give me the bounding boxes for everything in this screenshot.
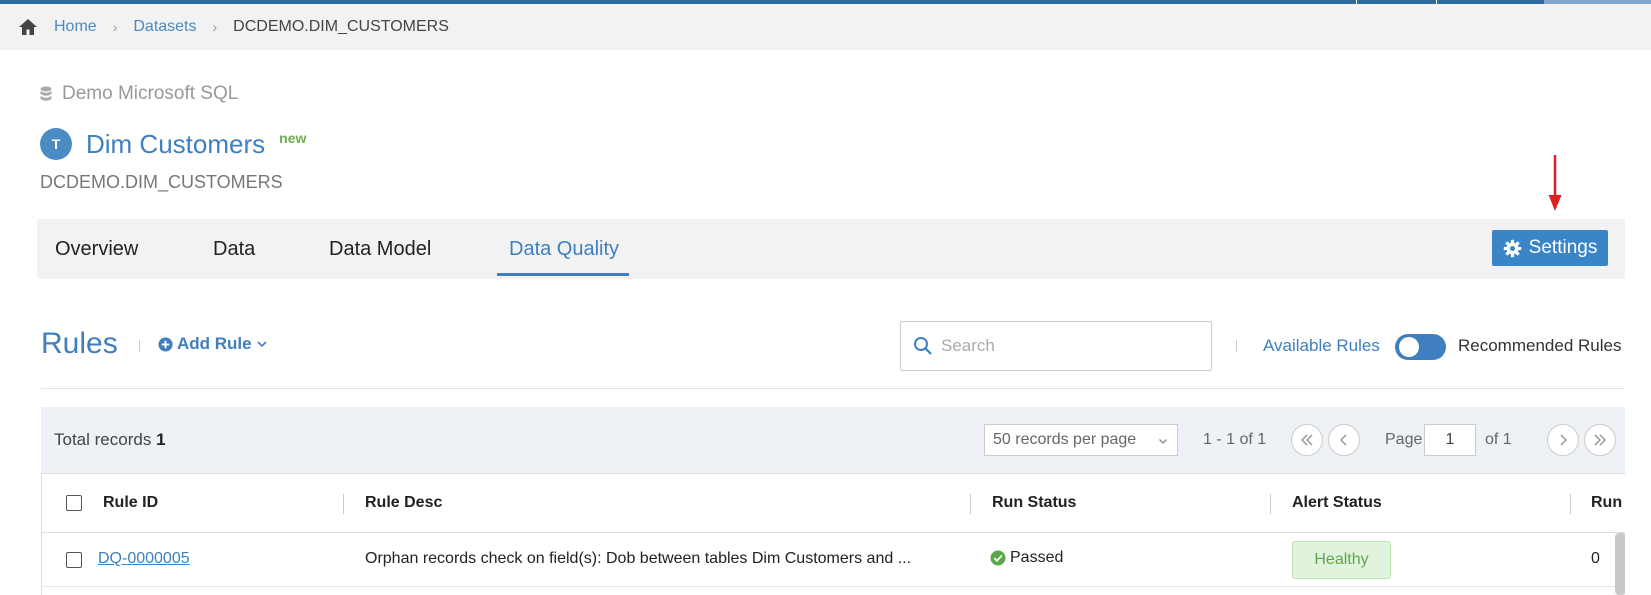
next-page-button[interactable] [1547,424,1579,456]
data-source: Demo Microsoft SQL [40,83,238,105]
prev-page-button[interactable] [1328,424,1360,456]
run-status-label: Passed [1010,549,1064,566]
column-resizer[interactable] [343,494,344,514]
tab-data-model[interactable]: Data Model [329,219,431,279]
column-resizer[interactable] [1570,494,1571,514]
records-per-page-select[interactable]: 50 records per page [984,424,1178,456]
plus-circle-icon [158,336,173,352]
tab-data[interactable]: Data [213,219,255,279]
alert-status-badge: Healthy [1292,541,1391,579]
section-title: Rules [41,327,118,360]
tab-overview[interactable]: Overview [55,219,138,279]
search-input[interactable] [941,336,1201,356]
dataset-full-name: DCDEMO.DIM_CUSTOMERS [40,172,283,192]
last-page-button[interactable] [1584,424,1616,456]
row-checkbox[interactable] [66,552,82,568]
total-records-count: 1 [156,430,166,449]
chevron-right-icon [1560,434,1568,446]
column-resizer[interactable] [970,494,971,514]
divider [139,340,140,352]
records-per-page-value: 50 records per page [993,431,1137,448]
run-count: 0 [1591,550,1600,567]
section-divider [41,388,1625,389]
dataset-title-row: T Dim Customers new [40,128,306,160]
table-header: Rule ID Rule Desc Run Status Alert Statu… [42,473,1625,533]
settings-button-label: Settings [1528,237,1598,258]
recommended-rules-label[interactable]: Recommended Rules [1458,336,1621,356]
rules-table: Rule ID Rule Desc Run Status Alert Statu… [41,473,1625,595]
total-records-label: Total records [54,430,152,449]
chevron-right-icon: › [212,19,218,35]
column-header-rule-desc[interactable]: Rule Desc [365,494,442,512]
annotation-arrow [1548,155,1562,211]
page-title: Dim Customers [86,128,266,159]
search-box [900,321,1212,371]
tab-bar: Overview Data Data Model Data Quality [37,219,1625,279]
check-circle-icon [990,550,1006,566]
first-page-button[interactable] [1291,424,1323,456]
breadcrumb-current: DCDEMO.DIM_CUSTOMERS [233,18,449,35]
new-badge: new [279,130,307,146]
breadcrumb: Home › Datasets › DCDEMO.DIM_CUSTOMERS [0,4,1651,50]
gear-icon [1503,239,1522,258]
column-header-run[interactable]: Run [1591,494,1622,512]
chevron-down-icon [1158,436,1168,446]
select-all-checkbox[interactable] [66,495,82,511]
available-rules-label[interactable]: Available Rules [1263,336,1380,356]
rules-mode-toggle[interactable] [1395,334,1446,360]
home-icon[interactable] [18,17,38,37]
settings-button[interactable]: Settings [1492,230,1608,266]
records-range: 1 - 1 of 1 [1203,431,1267,448]
add-rule-button[interactable]: Add Rule [158,334,268,354]
rule-description: Orphan records check on field(s): Dob be… [365,550,912,567]
page-label: Page [1385,431,1423,448]
breadcrumb-home-link[interactable]: Home [54,18,97,36]
double-chevron-left-icon [1300,434,1313,446]
chevron-right-icon: › [112,19,118,35]
chevron-left-icon [1339,434,1347,446]
double-chevron-right-icon [1594,434,1607,446]
avatar: T [40,128,72,160]
page-total: of 1 [1485,431,1512,448]
column-header-alert-status[interactable]: Alert Status [1292,494,1382,512]
database-icon [40,86,52,102]
data-source-name: Demo Microsoft SQL [62,83,239,104]
search-icon [913,336,933,356]
table-row[interactable]: DQ-0000005 Orphan records check on field… [42,533,1625,587]
grid-toolbar: Total records 1 50 records per page 1 - … [41,407,1625,473]
breadcrumb-datasets-link[interactable]: Datasets [133,18,196,36]
total-records: Total records 1 [54,430,166,450]
rule-id-link[interactable]: DQ-0000005 [98,550,190,568]
tab-data-quality[interactable]: Data Quality [496,219,630,279]
column-header-run-status[interactable]: Run Status [992,494,1076,512]
divider [1236,340,1237,352]
page-number-input[interactable] [1424,424,1476,456]
column-resizer[interactable] [1270,494,1271,514]
vertical-scrollbar[interactable] [1615,533,1625,595]
chevron-down-icon [256,338,268,350]
run-status: Passed [990,549,1063,567]
column-header-rule-id[interactable]: Rule ID [103,494,158,512]
add-rule-label: Add Rule [177,334,252,353]
